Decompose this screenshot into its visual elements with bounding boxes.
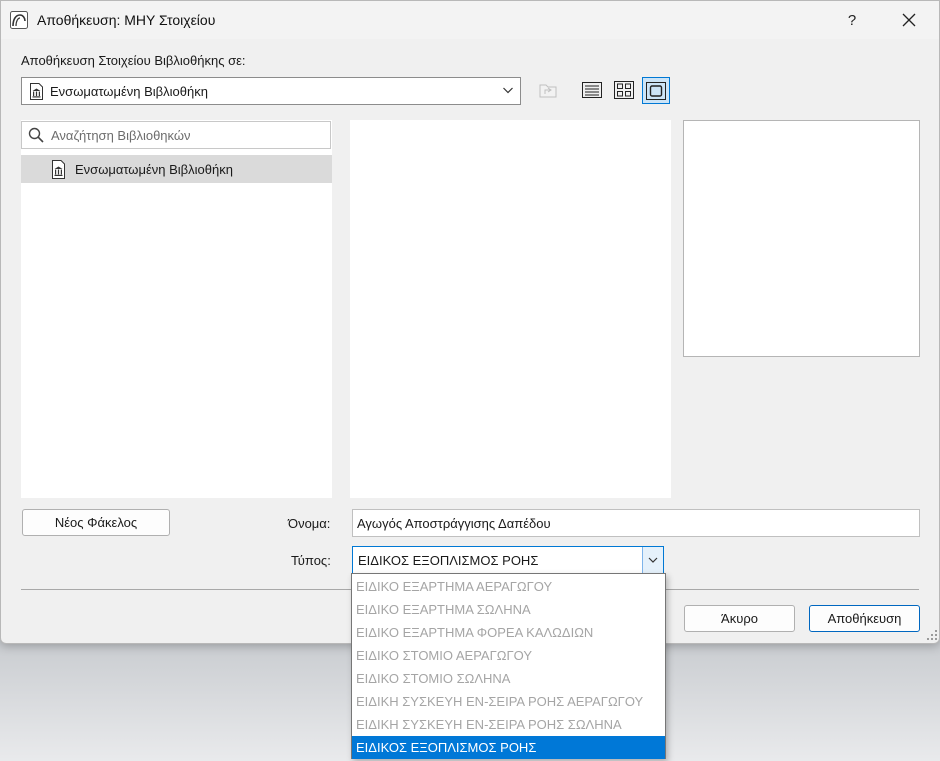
type-option[interactable]: ΕΙΔΙΚΗ ΣΥΣΚΕΥΗ ΕΝ-ΣΕΙΡΑ ΡΟΗΣ ΑΕΡΑΓΩΓΟΥ (352, 690, 665, 713)
chevron-down-icon (648, 557, 658, 563)
help-button[interactable]: ? (829, 3, 875, 37)
grid-view-button[interactable] (611, 77, 637, 103)
list-view-button[interactable] (579, 77, 605, 103)
search-placeholder: Αναζήτηση Βιβλιοθηκών (51, 128, 191, 143)
save-dialog: Αποθήκευση: ΜΗΥ Στοιχείου ? Αποθήκευση Σ… (0, 0, 940, 644)
location-value: Ενσωματωμένη Βιβλιοθήκη (50, 84, 208, 99)
list-view-icon (582, 82, 602, 98)
preview-view-icon (646, 81, 666, 100)
chevron-down-icon (503, 87, 513, 94)
name-input-value: Αγωγός Αποστράγγισης Δαπέδου (357, 516, 551, 531)
type-option[interactable]: ΕΙΔΙΚΗ ΣΥΣΚΕΥΗ ΕΝ-ΣΕΙΡΑ ΡΟΗΣ ΣΩΛΗΝΑ (352, 713, 665, 736)
type-option[interactable]: ΕΙΔΙΚΟ ΣΤΟΜΙΟ ΑΕΡΑΓΩΓΟΥ (352, 644, 665, 667)
save-button[interactable]: Αποθήκευση (809, 605, 920, 632)
new-folder-button[interactable]: Νέος Φάκελος (22, 509, 170, 536)
library-contents-panel (350, 120, 671, 498)
type-option[interactable]: ΕΙΔΙΚΟ ΕΞΑΡΤΗΜΑ ΦΟΡΕΑ ΚΑΛΩΔΙΩΝ (352, 621, 665, 644)
preview-view-button[interactable] (642, 77, 670, 104)
type-option-selected[interactable]: ΕΙΔΙΚΟΣ ΕΞΟΠΛΙΣΜΟΣ ΡΟΗΣ (352, 736, 665, 759)
window-title: Αποθήκευση: ΜΗΥ Στοιχείου (37, 12, 216, 28)
type-select-value: ΕΙΔΙΚΟΣ ΕΞΟΠΛΙΣΜΟΣ ΡΟΗΣ (358, 553, 539, 568)
library-tree-item[interactable]: Ενσωματωμένη Βιβλιοθήκη (21, 155, 332, 183)
close-button[interactable] (886, 3, 932, 37)
type-label: Τύπος: (291, 553, 331, 568)
type-dropdown-list: ΕΙΔΙΚΟ ΕΞΑΡΤΗΜΑ ΑΕΡΑΓΩΓΟΥ ΕΙΔΙΚΟ ΕΞΑΡΤΗΜ… (351, 573, 666, 759)
close-icon (902, 13, 916, 27)
location-select[interactable]: Ενσωματωμένη Βιβλιοθήκη (21, 77, 521, 105)
library-tree-item-label: Ενσωματωμένη Βιβλιοθήκη (75, 162, 233, 177)
library-icon (30, 83, 43, 100)
name-label: Όνομα: (288, 516, 331, 531)
title-bar: Αποθήκευση: ΜΗΥ Στοιχείου ? (1, 1, 939, 39)
location-label: Αποθήκευση Στοιχείου Βιβλιοθήκης σε: (21, 53, 246, 68)
resize-grip-icon[interactable] (926, 629, 938, 641)
type-dropdown-arrow[interactable] (642, 547, 663, 573)
type-option[interactable]: ΕΙΔΙΚΟ ΕΞΑΡΤΗΜΑ ΑΕΡΑΓΩΓΟΥ (352, 575, 665, 598)
name-input[interactable]: Αγωγός Αποστράγγισης Δαπέδου (352, 509, 920, 537)
search-icon (28, 127, 44, 143)
search-field[interactable]: Αναζήτηση Βιβλιοθηκών (21, 121, 331, 149)
cancel-button[interactable]: Άκυρο (684, 605, 795, 632)
library-icon (52, 160, 65, 179)
archicad-icon (10, 11, 28, 29)
preview-panel (683, 120, 920, 357)
type-option[interactable]: ΕΙΔΙΚΟ ΣΤΟΜΙΟ ΣΩΛΗΝΑ (352, 667, 665, 690)
grid-view-icon (614, 81, 634, 99)
type-option[interactable]: ΕΙΔΙΚΟ ΕΞΑΡΤΗΜΑ ΣΩΛΗΝΑ (352, 598, 665, 621)
type-select[interactable]: ΕΙΔΙΚΟΣ ΕΞΟΠΛΙΣΜΟΣ ΡΟΗΣ (352, 546, 664, 574)
folder-up-icon (539, 84, 557, 98)
folder-up-button[interactable] (535, 77, 561, 103)
